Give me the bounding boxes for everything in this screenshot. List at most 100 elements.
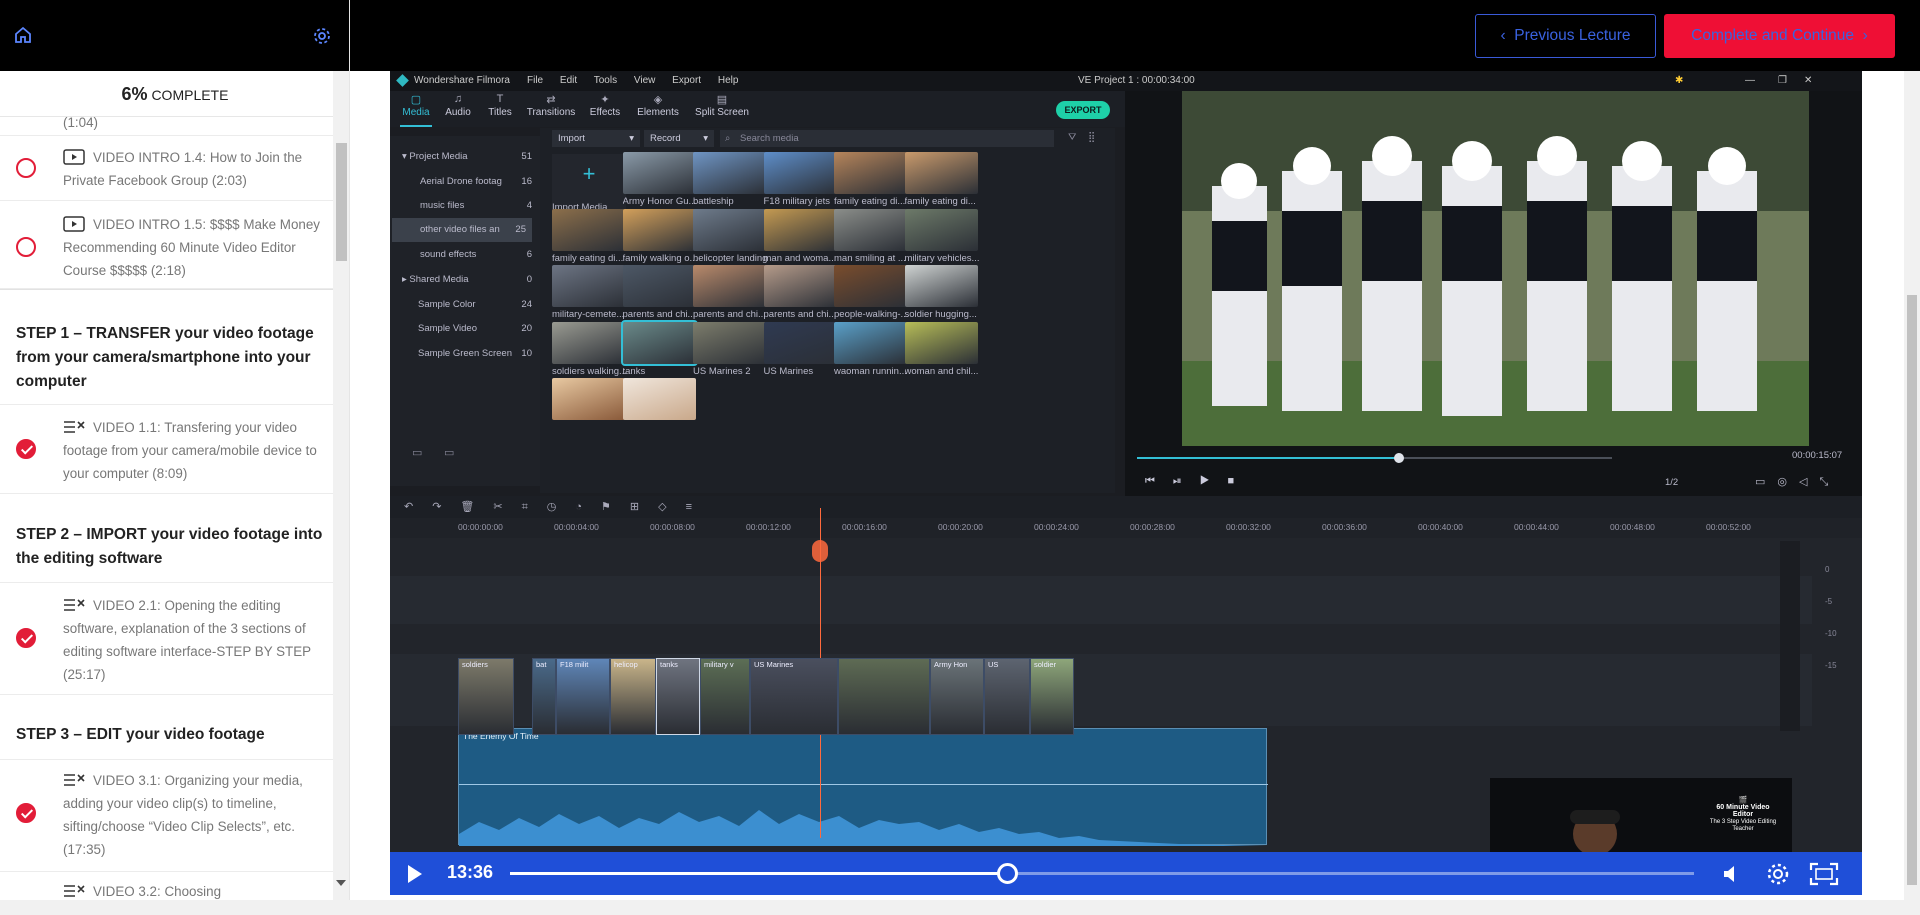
seek-bar[interactable] xyxy=(510,863,1694,884)
media-thumbnail[interactable] xyxy=(763,152,837,194)
media-thumbnail[interactable] xyxy=(552,378,625,420)
lesson-item-3-1[interactable]: VIDEO 3.1: Organizing your media, adding… xyxy=(0,760,333,872)
home-icon[interactable] xyxy=(13,25,33,45)
media-thumbnail[interactable] xyxy=(834,321,907,364)
tab-media[interactable]: ▢ Media xyxy=(400,93,432,127)
media-thumbnail[interactable] xyxy=(622,378,696,420)
media-thumbnail[interactable] xyxy=(552,321,625,364)
media-thumbnail[interactable] xyxy=(693,152,766,194)
media-thumbnail[interactable] xyxy=(834,152,907,194)
play-icon[interactable] xyxy=(406,864,424,884)
tab-split-screen[interactable]: ▤ Split Screen xyxy=(690,93,754,118)
menu-help[interactable]: Help xyxy=(718,75,739,86)
category-sample-video[interactable]: Sample Video 20 xyxy=(418,323,538,334)
menu-view[interactable]: View xyxy=(634,75,656,86)
timeline-clip[interactable]: soldier xyxy=(1030,658,1074,735)
export-button[interactable]: EXPORT xyxy=(1056,101,1110,119)
category-sample-green-screen[interactable]: Sample Green Screen 10 xyxy=(418,348,538,359)
search-media-input[interactable]: ⌕ Search media xyxy=(720,130,1054,147)
tab-titles[interactable]: T Titles xyxy=(484,93,516,118)
media-thumbnail[interactable] xyxy=(622,152,696,194)
media-thumbnail[interactable] xyxy=(622,265,696,307)
gear-icon[interactable] xyxy=(312,26,332,46)
timeline-clip[interactable]: F18 milit xyxy=(556,658,610,735)
timeline-clip[interactable]: US xyxy=(984,658,1030,735)
timeline-clip[interactable]: US Marines xyxy=(750,658,838,735)
import-dropdown[interactable]: Import ▾ xyxy=(552,130,640,147)
new-folder-icon[interactable]: ▭ xyxy=(412,446,422,459)
audio-clip[interactable]: The Enemy Of Time xyxy=(458,728,1268,846)
menu-edit[interactable]: Edit xyxy=(560,75,577,86)
fullscreen-icon[interactable] xyxy=(1809,862,1839,886)
folder-icon[interactable]: ▭ xyxy=(444,446,454,459)
category-project-media[interactable]: ▾ Project Media 51 xyxy=(402,151,538,162)
preview-tool-icons[interactable]: ▭◎◁⤡ xyxy=(1755,475,1840,489)
preview-scrubber[interactable] xyxy=(1137,453,1612,463)
media-thumbnail[interactable] xyxy=(763,265,837,307)
seek-bar-handle[interactable] xyxy=(997,863,1019,884)
media-thumbnail[interactable] xyxy=(693,321,766,364)
media-thumbnail[interactable] xyxy=(904,321,978,364)
category-music[interactable]: music files 4 xyxy=(420,200,538,211)
settings-gear-icon[interactable] xyxy=(1766,862,1790,886)
playback-buttons[interactable]: ⏮⏯▶■ xyxy=(1145,475,1252,488)
sidebar-scrollbar-thumb[interactable] xyxy=(336,143,347,261)
tab-elements[interactable]: ◈ Elements xyxy=(632,93,684,118)
media-thumbnail[interactable] xyxy=(552,265,625,307)
media-thumbnail[interactable] xyxy=(620,319,698,366)
scroll-down-arrow-icon[interactable] xyxy=(336,880,346,886)
media-thumbnail[interactable] xyxy=(834,265,907,307)
media-thumbnail[interactable] xyxy=(693,265,766,307)
menu-export[interactable]: Export xyxy=(672,75,701,86)
minimize-icon[interactable]: — xyxy=(1745,71,1755,91)
timeline-clip[interactable]: helicop xyxy=(610,658,656,735)
media-thumbnail[interactable] xyxy=(904,265,978,307)
preview-ratio[interactable]: 1/2 xyxy=(1665,477,1678,488)
menu-file[interactable]: File xyxy=(527,75,543,86)
lesson-item-3-2[interactable]: VIDEO 3.2: Choosing xyxy=(0,872,333,900)
list-item[interactable]: (1:04) xyxy=(0,115,333,136)
lesson-item-intro-1-5[interactable]: VIDEO INTRO 1.5: $$$$ Make Money Recomme… xyxy=(0,201,333,289)
tab-effects[interactable]: ✦ Effects xyxy=(584,93,626,118)
tab-transitions[interactable]: ⇄ Transitions xyxy=(523,93,579,118)
filter-icon[interactable]: ⛛ xyxy=(1068,132,1076,143)
category-sound-effects[interactable]: sound effects 6 xyxy=(420,249,538,260)
media-thumbnail[interactable] xyxy=(763,208,837,251)
category-aerial[interactable]: Aerial Drone footag 16 xyxy=(420,176,538,187)
record-dropdown[interactable]: Record ▾ xyxy=(644,130,714,147)
horizontal-scrollbar[interactable] xyxy=(0,900,1920,915)
media-thumbnail[interactable] xyxy=(693,208,766,251)
volume-icon[interactable] xyxy=(1722,865,1742,883)
menu-tools[interactable]: Tools xyxy=(594,75,617,86)
timeline-clip[interactable]: bat xyxy=(532,658,556,735)
media-thumbnail[interactable] xyxy=(622,208,696,251)
restore-icon[interactable]: ❐ xyxy=(1778,71,1787,91)
previous-lecture-button[interactable]: ‹ Previous Lecture xyxy=(1475,14,1656,58)
media-thumbnail[interactable] xyxy=(763,321,837,364)
media-thumbnail[interactable] xyxy=(904,208,978,251)
category-other-video[interactable]: other video files an 25 xyxy=(392,218,532,242)
media-thumbnail[interactable] xyxy=(834,208,907,251)
lesson-item-intro-1-4[interactable]: VIDEO INTRO 1.4: How to Join the Private… xyxy=(0,137,333,201)
timeline-clip[interactable]: soldiers xyxy=(458,658,514,735)
timeline-toolbar[interactable]: ↶↷🗑✂⌗◷◔⚑⊞◇≡ xyxy=(390,496,1862,518)
timeline-clip[interactable]: Army Hon xyxy=(930,658,984,735)
lesson-item-2-1[interactable]: VIDEO 2.1: Opening the editing software,… xyxy=(0,583,333,695)
lecture-video[interactable]: Wondershare Filmora File Edit Tools View… xyxy=(390,71,1862,895)
tab-audio[interactable]: ♫ Audio xyxy=(442,93,474,118)
category-sample-color[interactable]: Sample Color 24 xyxy=(418,299,538,310)
media-thumbnail[interactable] xyxy=(904,152,978,194)
grid-view-icon[interactable]: ⣿ xyxy=(1088,132,1095,143)
lesson-item-1-1[interactable]: VIDEO 1.1: Transfering your video footag… xyxy=(0,405,333,494)
category-shared-media[interactable]: ▸ Shared Media 0 xyxy=(402,274,538,285)
close-icon[interactable]: ✕ xyxy=(1804,71,1812,91)
playhead-handle[interactable] xyxy=(812,540,828,562)
timeline-ruler[interactable]: 00:00:00:00 00:00:04:00 00:00:08:00 00:00:1… xyxy=(390,518,1862,538)
complete-and-continue-button[interactable]: Complete and Continue › xyxy=(1664,14,1895,58)
timeline-clip[interactable]: tanks xyxy=(656,658,700,735)
timeline-clip[interactable] xyxy=(838,658,930,735)
timeline-clip[interactable]: military v xyxy=(700,658,750,735)
media-thumbnail[interactable] xyxy=(552,208,625,251)
page-scrollbar-thumb[interactable] xyxy=(1907,295,1917,885)
bulb-icon[interactable]: ✱ xyxy=(1675,71,1683,91)
